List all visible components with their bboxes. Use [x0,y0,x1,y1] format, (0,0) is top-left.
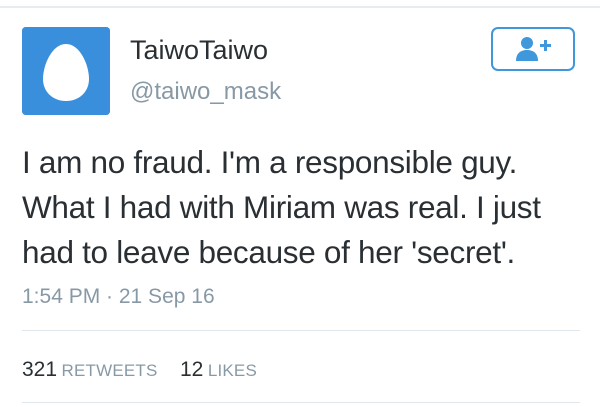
user-handle[interactable]: @taiwo_mask [130,78,281,106]
likes-stat[interactable]: 12 LIKES [180,357,257,385]
bottom-divider [22,402,580,403]
tweet-timestamp[interactable]: 1:54 PM · 21 Sep 16 [22,284,215,310]
top-divider [0,6,600,8]
tweet-text: I am no fraud. I'm a responsible guy. Wh… [22,140,592,275]
retweets-stat[interactable]: 321 RETWEETS [22,357,158,385]
divider [22,330,580,331]
retweets-count: 321 [22,358,58,381]
tweet-line: I am no fraud. I'm a responsible guy. [22,144,518,180]
follow-button[interactable] [491,27,575,71]
egg-icon [22,27,110,115]
likes-count: 12 [180,358,204,381]
retweets-label: RETWEETS [61,361,158,380]
display-name[interactable]: TaiwoTaiwo [130,34,268,66]
tweet-line: What I had with Miriam was real. I just [22,189,541,225]
tweet-card: TaiwoTaiwo @taiwo_mask I am no fraud. I'… [0,0,600,407]
likes-label: LIKES [207,361,258,380]
tweet-stats: 321 RETWEETS 12 LIKES [22,357,257,385]
tweet-line: had to leave because of her 'secret'. [22,234,515,270]
avatar[interactable] [22,27,110,115]
add-user-icon [516,37,551,61]
